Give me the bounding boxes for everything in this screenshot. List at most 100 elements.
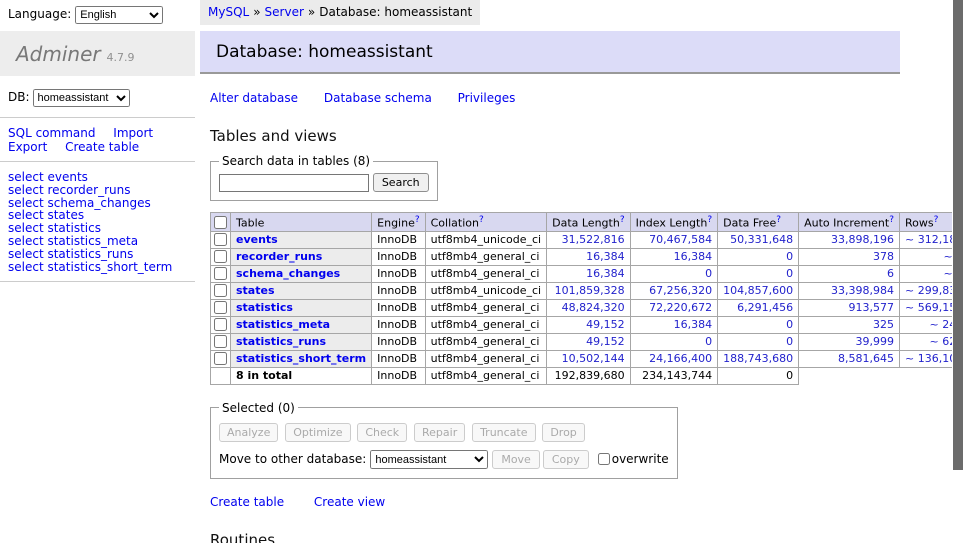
table-row: states InnoDB utf8mb4_unicode_ci 101,859… xyxy=(211,282,966,299)
db-select[interactable]: homeassistant xyxy=(33,89,130,107)
data-length-cell: 31,522,816 xyxy=(547,231,630,248)
selected-action-button: Optimize xyxy=(285,423,350,442)
move-to-db-label: Move to other database: xyxy=(219,452,366,466)
tables-heading: Tables and views xyxy=(210,127,900,145)
selected-action-button: Drop xyxy=(542,423,584,442)
table-header-row: Table Engine? Collation? Data Length? In… xyxy=(211,213,966,232)
row-checkbox[interactable] xyxy=(214,352,227,365)
sidebar-select-table-link[interactable]: select statistics_runs xyxy=(8,248,187,261)
total-label-cell: 8 in total xyxy=(231,367,372,384)
collation-cell: utf8mb4_general_ci xyxy=(425,333,546,350)
row-checkbox[interactable] xyxy=(214,233,227,246)
data-free-cell: 0 xyxy=(718,265,799,282)
table-name-link[interactable]: statistics xyxy=(236,301,293,314)
row-checkbox[interactable] xyxy=(214,335,227,348)
sidebar-select-table-link[interactable]: select statistics_short_term xyxy=(8,261,187,274)
collation-cell: utf8mb4_general_ci xyxy=(425,248,546,265)
sidebar-action-link[interactable]: Create table xyxy=(65,140,139,154)
index-length-cell: 16,384 xyxy=(630,248,718,265)
column-help-link[interactable]: ? xyxy=(889,215,894,225)
row-checkbox[interactable] xyxy=(214,318,227,331)
database-nav-link[interactable]: Alter database xyxy=(210,91,298,105)
column-help-link[interactable]: ? xyxy=(479,215,484,225)
search-legend: Search data in tables (8) xyxy=(219,154,373,168)
search-button[interactable]: Search xyxy=(373,173,429,192)
data-free-cell: 50,331,648 xyxy=(718,231,799,248)
column-header: Data Length? xyxy=(547,213,630,232)
selected-action-button: Repair xyxy=(414,423,465,442)
data-length-cell: 49,152 xyxy=(547,316,630,333)
language-select[interactable]: English xyxy=(75,6,163,24)
row-checkbox-cell xyxy=(211,265,231,282)
row-checkbox-cell xyxy=(211,299,231,316)
column-help-link[interactable]: ? xyxy=(934,215,939,225)
overwrite-checkbox[interactable] xyxy=(598,453,610,465)
column-help-link[interactable]: ? xyxy=(776,215,781,225)
table-name-link[interactable]: states xyxy=(236,284,275,297)
data-free-cell: 0 xyxy=(718,316,799,333)
table-name-link[interactable]: statistics_meta xyxy=(236,318,330,331)
sidebar-action-link[interactable]: Export xyxy=(8,140,47,154)
sidebar: Language:English Adminer 4.7.9 DB:homeas… xyxy=(0,0,195,543)
database-nav-link[interactable]: Database schema xyxy=(324,91,432,105)
row-checkbox[interactable] xyxy=(214,284,227,297)
table-name-link[interactable]: recorder_runs xyxy=(236,250,322,263)
column-header: Index Length? xyxy=(630,213,718,232)
column-help-link[interactable]: ? xyxy=(415,215,420,225)
db-selector-row: DB:homeassistant xyxy=(0,76,195,118)
auto-increment-cell: 39,999 xyxy=(799,333,900,350)
db-label: DB: xyxy=(8,90,30,104)
table-name-link[interactable]: schema_changes xyxy=(236,267,340,280)
column-help-link[interactable]: ? xyxy=(707,215,712,225)
index-length-cell: 0 xyxy=(630,265,718,282)
sidebar-table-links: select events select recorder_runs selec… xyxy=(0,162,195,282)
selected-action-button: Truncate xyxy=(472,423,535,442)
search-input[interactable] xyxy=(219,174,369,192)
sidebar-select-table-link[interactable]: select events xyxy=(8,171,187,184)
create-link[interactable]: Create view xyxy=(314,495,385,509)
select-all-checkbox[interactable] xyxy=(214,216,227,229)
row-checkbox-cell xyxy=(211,316,231,333)
table-name-link[interactable]: statistics_runs xyxy=(236,335,326,348)
vertical-scrollbar-track[interactable] xyxy=(952,0,966,543)
row-checkbox-cell xyxy=(211,350,231,367)
table-name-link[interactable]: events xyxy=(236,233,278,246)
brand-block: Adminer 4.7.9 xyxy=(0,31,195,76)
database-nav-link[interactable]: Privileges xyxy=(458,91,516,105)
engine-cell: InnoDB xyxy=(372,231,425,248)
total-data-length-cell: 192,839,680 xyxy=(547,367,630,384)
move-db-select[interactable]: homeassistant xyxy=(370,450,488,469)
tables-list: Table Engine? Collation? Data Length? In… xyxy=(210,212,966,385)
table-name-link[interactable]: statistics_short_term xyxy=(236,352,366,365)
routines-heading: Routines xyxy=(210,531,900,543)
total-collation-cell: utf8mb4_general_ci xyxy=(425,367,546,384)
engine-cell: InnoDB xyxy=(372,282,425,299)
row-checkbox[interactable] xyxy=(214,267,227,280)
create-link[interactable]: Create table xyxy=(210,495,284,509)
table-name-cell: statistics_meta xyxy=(231,316,372,333)
sidebar-action-link[interactable]: Import xyxy=(113,126,153,140)
breadcrumb-server-link[interactable]: Server xyxy=(265,5,304,19)
selected-action-button: Check xyxy=(357,423,407,442)
overwrite-label: overwrite xyxy=(612,452,669,466)
row-checkbox[interactable] xyxy=(214,250,227,263)
table-row: schema_changes InnoDB utf8mb4_general_ci… xyxy=(211,265,966,282)
breadcrumb-current: Database: homeassistant xyxy=(319,5,472,19)
table-name-cell: statistics_short_term xyxy=(231,350,372,367)
row-checkbox[interactable] xyxy=(214,301,227,314)
index-length-cell: 67,256,320 xyxy=(630,282,718,299)
data-free-cell: 0 xyxy=(718,333,799,350)
vertical-scrollbar-thumb[interactable] xyxy=(953,0,963,470)
column-help-link[interactable]: ? xyxy=(620,215,625,225)
sidebar-select-table-link[interactable]: select statistics_meta xyxy=(8,235,187,248)
index-length-cell: 24,166,400 xyxy=(630,350,718,367)
sidebar-action-link[interactable]: SQL command xyxy=(8,126,95,140)
sidebar-select-table-link[interactable]: select recorder_runs xyxy=(8,184,187,197)
auto-increment-cell: 33,898,196 xyxy=(799,231,900,248)
collation-cell: utf8mb4_general_ci xyxy=(425,299,546,316)
selected-action-button: Analyze xyxy=(219,423,278,442)
breadcrumb-server-type-link[interactable]: MySQL xyxy=(208,5,249,19)
total-engine-cell: InnoDB xyxy=(372,367,425,384)
auto-increment-cell: 8,581,645 xyxy=(799,350,900,367)
column-header: Auto Increment? xyxy=(799,213,900,232)
